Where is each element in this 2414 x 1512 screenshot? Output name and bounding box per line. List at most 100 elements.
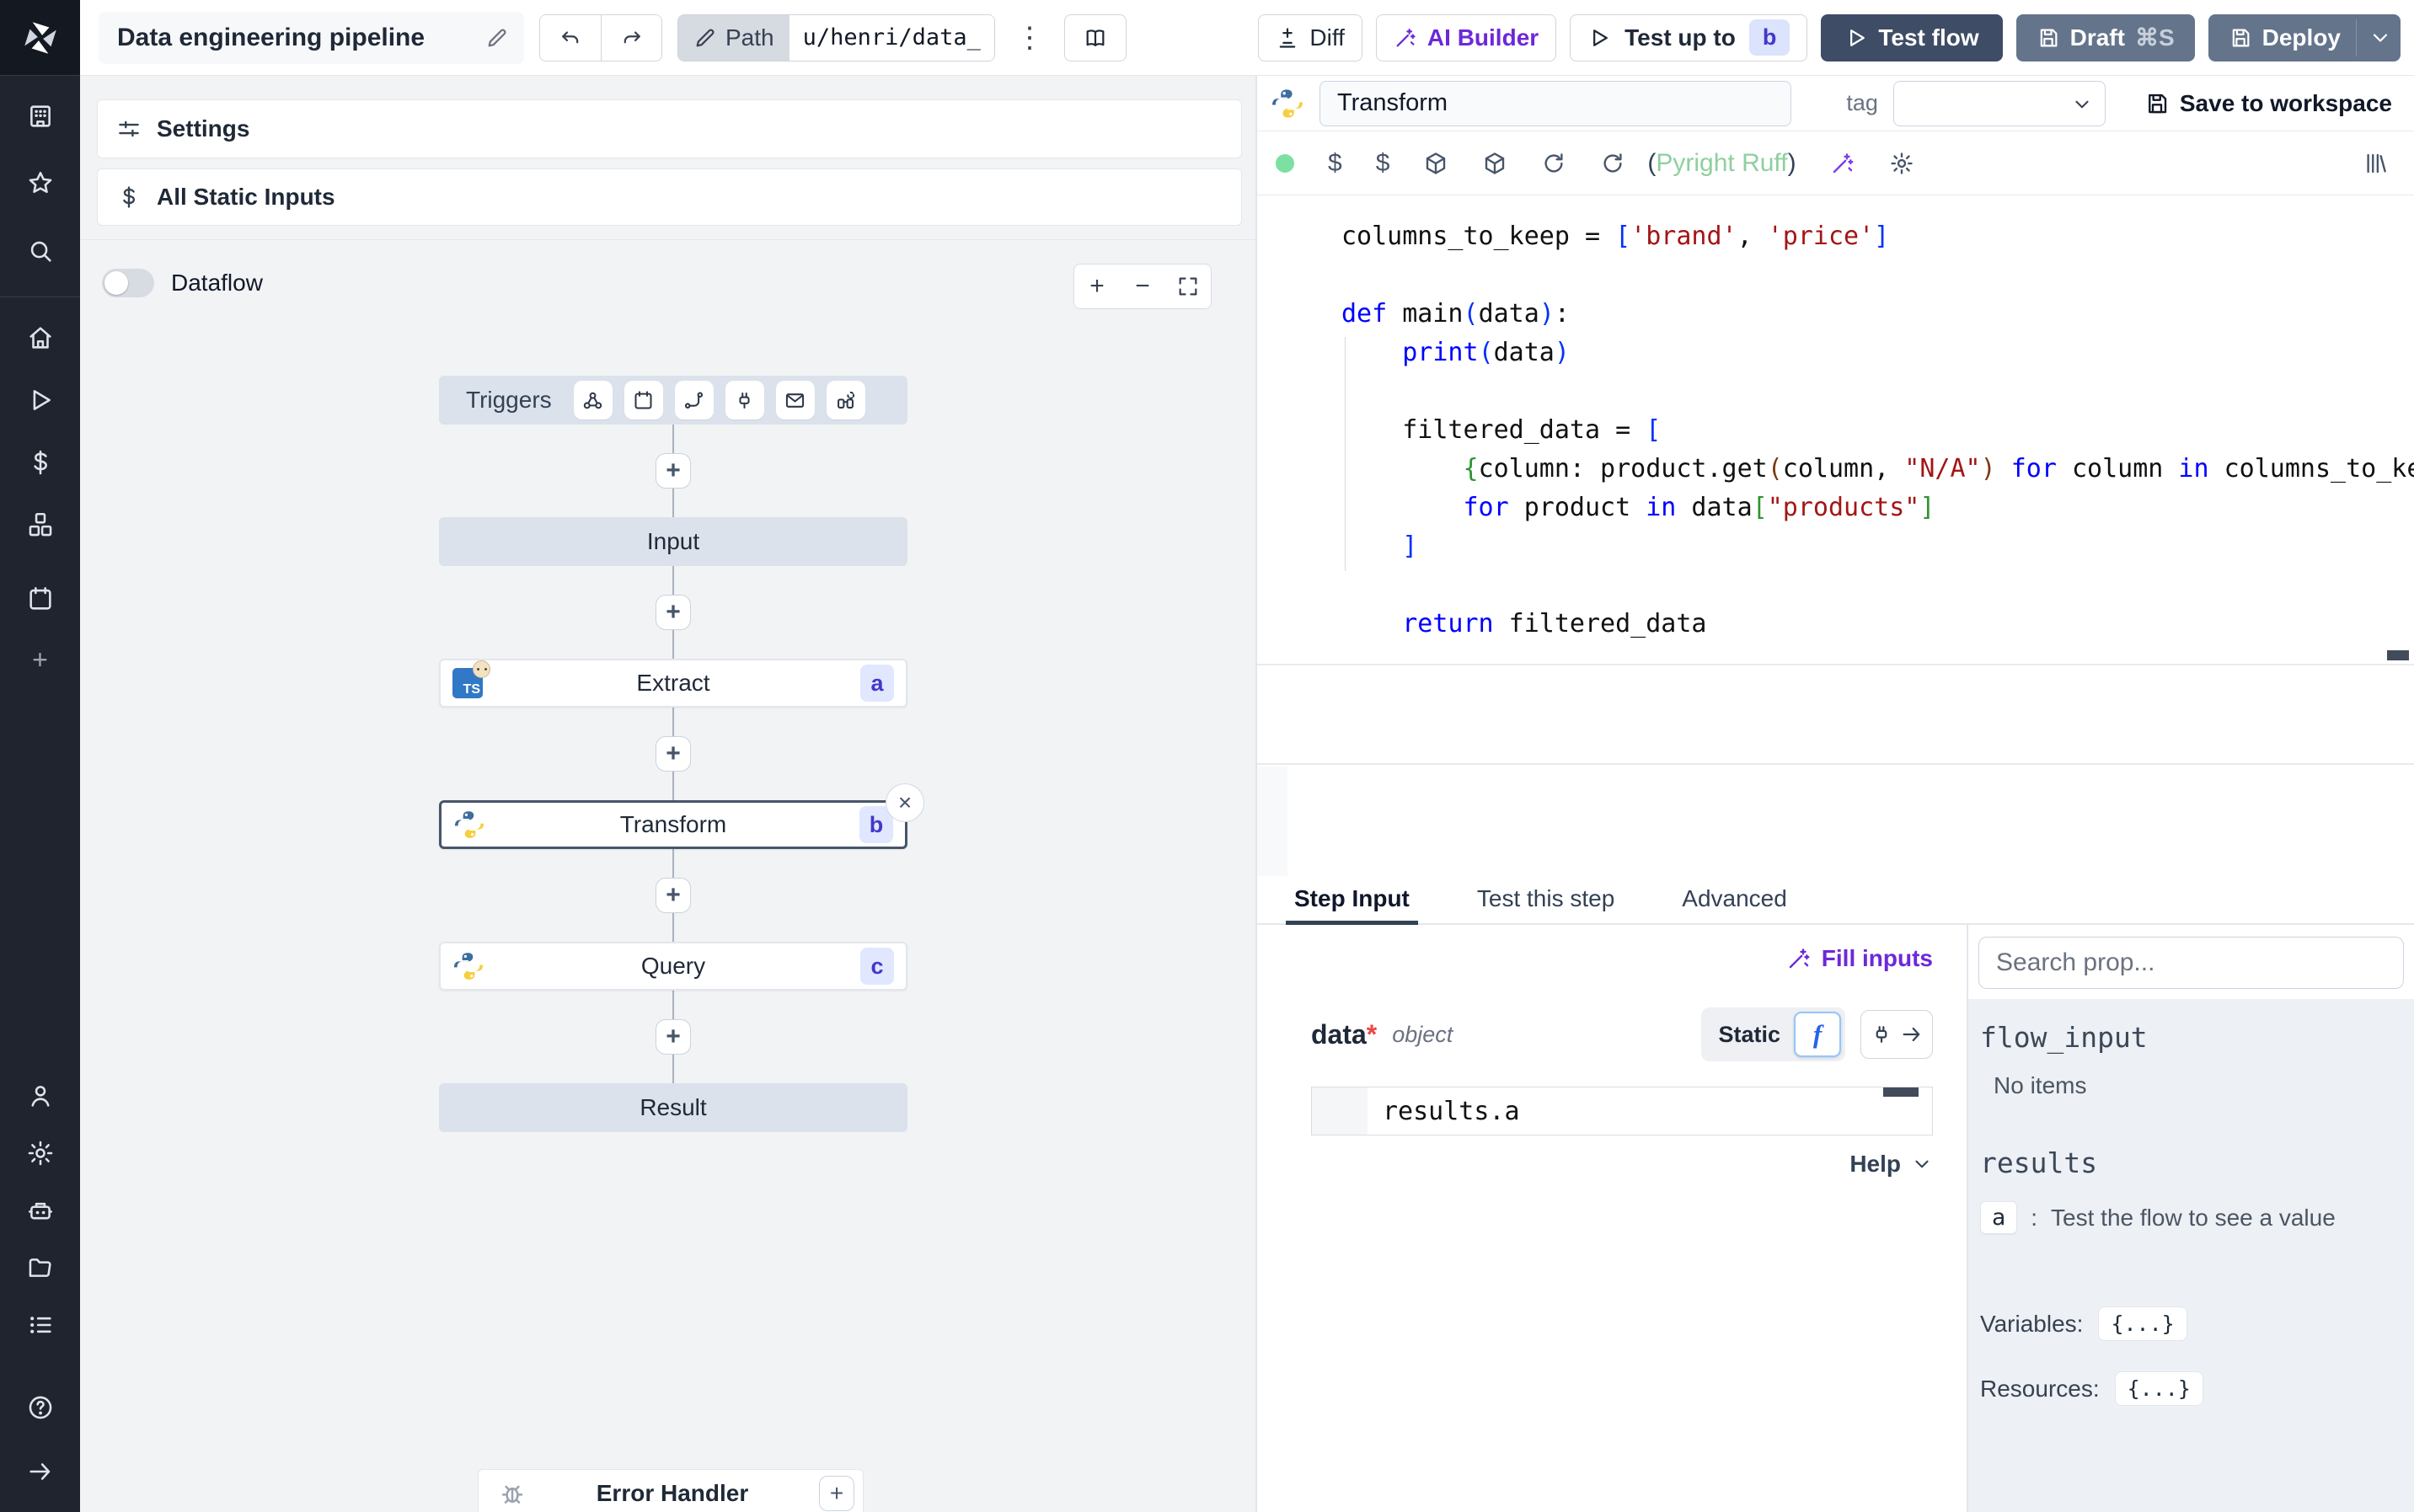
save-icon (2144, 91, 2170, 116)
windmill-logo[interactable] (0, 0, 80, 76)
path-value-input[interactable]: u/henri/data_ (789, 14, 994, 61)
step-node-query[interactable]: Query c (439, 942, 907, 991)
resource-picker-icon[interactable]: $ (1376, 149, 1390, 178)
flow-canvas[interactable]: Dataflow + − Triggers + Input + TS Extra… (80, 240, 1255, 1512)
zoom-out-button[interactable]: − (1120, 264, 1165, 308)
schedule-icon[interactable] (624, 381, 663, 419)
code-editor[interactable]: columns_to_keep = ['brand', 'price'] def… (1257, 195, 2414, 876)
package-icon[interactable] (1482, 151, 1507, 176)
tab-test-this-step[interactable]: Test this step (1469, 876, 1623, 925)
add-icon[interactable]: + (25, 644, 56, 675)
help-icon[interactable] (25, 1392, 56, 1423)
play-icon (1587, 26, 1611, 50)
tab-step-input[interactable]: Step Input (1286, 876, 1418, 925)
variables-icon[interactable] (25, 447, 56, 478)
expression-scrollbar[interactable] (1883, 1087, 1919, 1097)
email-icon[interactable] (775, 381, 815, 419)
search-icon[interactable] (25, 236, 56, 266)
delete-step-button[interactable]: × (886, 783, 924, 822)
workers-icon[interactable] (25, 1195, 56, 1226)
fit-view-button[interactable] (1165, 264, 1211, 308)
all-static-inputs-bar[interactable]: All Static Inputs (97, 168, 1242, 226)
ai-assistant-icon[interactable] (1830, 151, 1855, 176)
help-toggle[interactable]: Help (1311, 1151, 1933, 1178)
triggers-node[interactable]: Triggers (439, 376, 907, 425)
schedules-icon[interactable] (25, 584, 56, 614)
input-node[interactable]: Input (439, 517, 907, 566)
diff-button[interactable]: Diff (1258, 13, 1362, 61)
horizontal-scrollbar[interactable] (2387, 650, 2409, 660)
plug-icon[interactable] (1870, 1023, 1893, 1046)
route-icon[interactable] (674, 381, 714, 419)
poll-icon[interactable] (826, 381, 865, 419)
home-icon[interactable] (25, 323, 56, 353)
reload-icon[interactable] (1600, 151, 1625, 176)
add-step-button[interactable]: + (656, 453, 691, 489)
results-header[interactable]: results (1980, 1146, 2399, 1179)
docs-button[interactable] (1063, 13, 1127, 61)
dollar-icon (116, 184, 142, 210)
fill-inputs-button[interactable]: Fill inputs (1822, 945, 1933, 972)
ai-builder-button[interactable]: AI Builder (1375, 13, 1557, 61)
result-node[interactable]: Result (439, 1083, 907, 1132)
user-icon[interactable] (25, 1081, 56, 1111)
dataflow-toggle[interactable] (102, 269, 154, 297)
resources-icon[interactable] (25, 510, 56, 540)
test-flow-button[interactable]: Test flow (1821, 13, 2003, 61)
undo-redo-group (539, 13, 662, 61)
result-item[interactable]: a : Test the flow to see a value (1980, 1201, 2399, 1234)
settings-bar[interactable]: Settings (97, 99, 1242, 158)
package-icon[interactable] (1423, 151, 1448, 176)
webhook-icon[interactable] (573, 381, 613, 419)
javascript-expression-button[interactable]: f (1794, 1012, 1841, 1057)
websocket-icon[interactable] (725, 381, 764, 419)
apps-icon[interactable] (25, 101, 56, 131)
settings-icon[interactable] (25, 1138, 56, 1168)
redo-button[interactable] (601, 14, 661, 61)
variables-row: Variables: {...} (1980, 1306, 2399, 1341)
editor-settings-icon[interactable] (1889, 151, 1914, 176)
add-step-button[interactable]: + (656, 1019, 691, 1055)
save-to-workspace-button[interactable]: Save to workspace (2144, 90, 2392, 117)
search-prop-input[interactable] (1978, 937, 2404, 989)
library-icon[interactable] (2363, 151, 2389, 176)
logs-icon[interactable] (25, 1310, 56, 1340)
resources-badge[interactable]: {...} (2114, 1371, 2203, 1406)
reload-icon[interactable] (1541, 151, 1566, 176)
deploy-button[interactable]: Deploy (2208, 13, 2401, 61)
more-menu-button[interactable]: ⋮ (1010, 21, 1049, 55)
chevron-down-icon (2369, 26, 2392, 50)
undo-button[interactable] (540, 14, 601, 61)
step-node-transform[interactable]: Transform b × (439, 783, 924, 849)
add-error-handler-button[interactable]: + (819, 1476, 854, 1511)
flow-input-header[interactable]: flow_input (1980, 1021, 2399, 1054)
draft-button[interactable]: Draft ⌘S (2015, 13, 2195, 61)
add-step-button[interactable]: + (656, 736, 691, 772)
edit-title-icon[interactable] (485, 26, 509, 50)
add-step-button[interactable]: + (656, 878, 691, 913)
result-key-badge[interactable]: a (1980, 1201, 2018, 1234)
zoom-in-button[interactable]: + (1074, 264, 1120, 308)
arrow-right-icon[interactable] (1900, 1023, 1924, 1046)
tag-select[interactable] (1892, 80, 2106, 126)
step-node-extract[interactable]: TS Extract a (439, 659, 907, 708)
expression-value[interactable]: results.a (1368, 1087, 1932, 1135)
error-handler-node[interactable]: Error Handler + (478, 1469, 864, 1512)
test-up-to-button[interactable]: Test up to b (1570, 13, 1808, 61)
collapse-icon[interactable] (25, 1456, 56, 1487)
expression-editor[interactable]: results.a (1311, 1087, 1933, 1135)
step-name-input[interactable] (1319, 80, 1791, 126)
deploy-dropdown-button[interactable] (2356, 19, 2392, 56)
step-id-badge: c (860, 948, 894, 985)
favorites-icon[interactable] (25, 168, 56, 199)
variables-badge[interactable]: {...} (2098, 1306, 2187, 1341)
tab-advanced[interactable]: Advanced (1673, 876, 1796, 925)
editor-blank-area (1257, 767, 2414, 876)
folders-icon[interactable] (25, 1253, 56, 1283)
path-button[interactable]: Path (678, 14, 790, 61)
variable-picker-icon[interactable]: $ (1328, 149, 1342, 178)
static-toggle[interactable]: Static f (1701, 1007, 1845, 1061)
resources-row: Resources: {...} (1980, 1371, 2399, 1406)
runs-icon[interactable] (25, 385, 56, 415)
add-step-button[interactable]: + (656, 595, 691, 630)
